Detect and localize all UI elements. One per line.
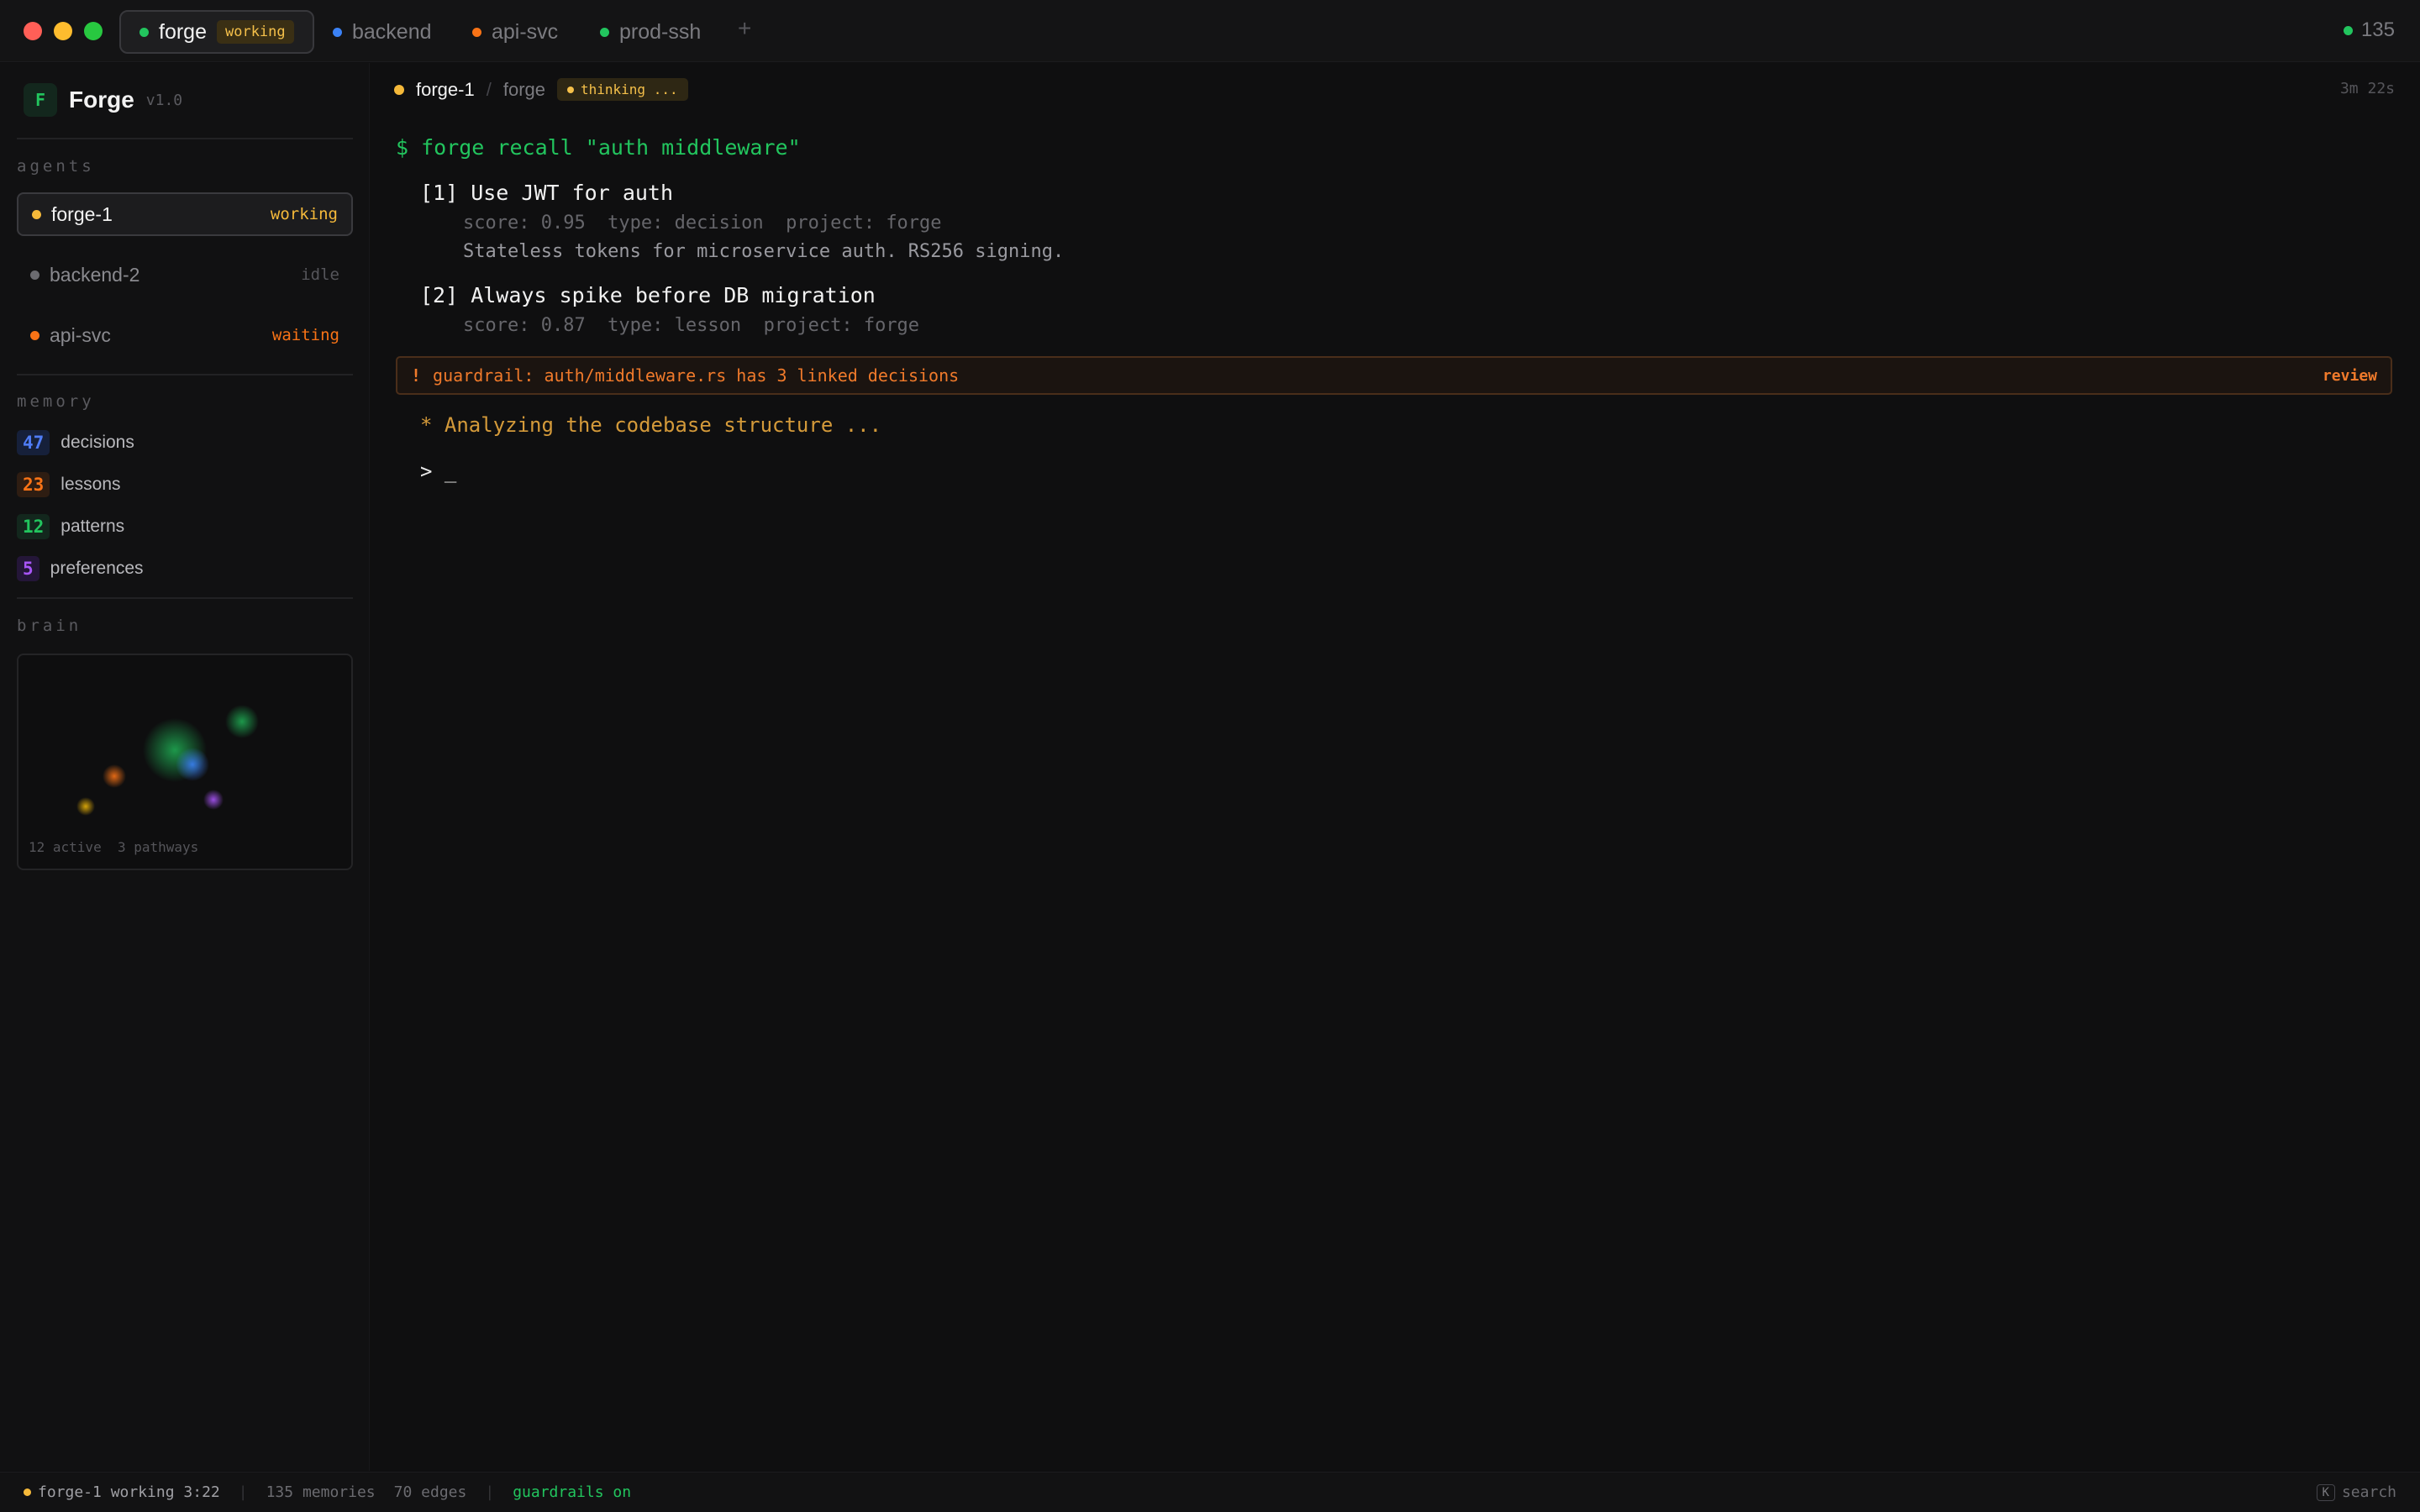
analyzing-status: * Analyzing the codebase structure ... <box>420 413 882 437</box>
result-title: [2] Always spike before DB migration <box>420 283 876 307</box>
agent-status-dot-icon <box>30 270 39 280</box>
agent-name: forge-1 <box>51 202 113 225</box>
brain-graph <box>76 705 259 816</box>
status-memories: 135 memories <box>266 1483 376 1501</box>
guardrail-alert: ! guardrail: auth/middleware.rs has 3 li… <box>396 356 2392 395</box>
tab-status-dot-icon <box>600 27 609 37</box>
terminal-pane[interactable]: forge-1 / forge thinking ... 3m 22s $ fo… <box>371 63 2420 1471</box>
tab-label: api-svc <box>492 19 559 44</box>
tab-forge[interactable]: forge working <box>119 10 314 54</box>
status-guardrails: guardrails on <box>513 1483 632 1501</box>
search-label: search <box>2341 1483 2396 1501</box>
divider <box>17 597 353 599</box>
tab-prod-ssh[interactable]: prod-ssh <box>600 10 701 54</box>
result-title: [1] Use JWT for auth <box>420 181 674 205</box>
input-prompt[interactable]: > _ <box>420 459 456 483</box>
memory-item-decisions[interactable]: 47 decisions <box>17 430 134 455</box>
memory-item-patterns[interactable]: 12 patterns <box>17 514 124 539</box>
status-edges: 70 edges <box>393 1483 467 1501</box>
agent-name: api-svc <box>50 323 111 346</box>
sidebar-agent-api-svc[interactable]: api-svc waiting <box>17 313 353 357</box>
memory-item-lessons[interactable]: 23 lessons <box>17 472 121 497</box>
status-agent: forge-1 working 3:22 <box>38 1483 220 1501</box>
minimize-window-button[interactable] <box>54 22 72 40</box>
warning-icon: ! <box>411 365 422 386</box>
tab-status-dot-icon <box>333 27 342 37</box>
thinking-label: thinking ... <box>581 81 678 97</box>
brand-version: v1.0 <box>145 91 183 109</box>
sidebar: F Forge v1.0 agents forge-1 working back… <box>0 63 370 1471</box>
memory-label: preferences <box>50 559 144 578</box>
thinking-dot-icon <box>567 86 574 93</box>
status-separator: | <box>238 1483 248 1501</box>
divider <box>17 374 353 375</box>
memory-section-label: memory <box>17 392 95 411</box>
result-meta: score: 0.95 type: decision project: forg… <box>463 213 942 234</box>
status-separator: | <box>485 1483 495 1501</box>
tab-status-dot-icon <box>472 27 481 37</box>
breadcrumb-separator: / <box>486 78 492 100</box>
agent-status: idle <box>301 265 339 284</box>
guardrail-message: guardrail: auth/middleware.rs has 3 link… <box>433 365 960 386</box>
status-bar: forge-1 working 3:22 | 135 memories 70 e… <box>0 1472 2420 1512</box>
brain-node <box>176 748 209 781</box>
tab-status-dot-icon <box>139 27 149 37</box>
brain-pathways-count: 3 pathways <box>117 839 199 855</box>
agent-name: backend-2 <box>50 263 140 286</box>
elapsed-time: 3m 22s <box>2339 80 2395 97</box>
agent-status-dot-icon <box>30 330 39 340</box>
agent-status-dot-icon <box>394 84 404 95</box>
agent-status: working <box>270 205 338 223</box>
tab-label: prod-ssh <box>619 19 702 44</box>
maximize-window-button[interactable] <box>84 22 103 40</box>
memory-label: lessons <box>60 475 121 494</box>
sidebar-agent-backend-2[interactable]: backend-2 idle <box>17 253 353 297</box>
thinking-badge: thinking ... <box>557 78 688 101</box>
divider <box>17 138 353 139</box>
brain-section-label: brain <box>17 617 82 635</box>
memory-count-badge: 23 <box>17 472 50 497</box>
brain-node <box>225 705 259 738</box>
keyboard-shortcut-icon: K <box>2316 1483 2335 1501</box>
command-line: $ forge recall "auth middleware" <box>396 135 801 160</box>
tab-backend[interactable]: backend <box>333 10 432 54</box>
title-bar: forge working backend api-svc prod-ssh +… <box>0 0 2420 62</box>
memory-label: decisions <box>60 433 134 452</box>
tab-status-badge: working <box>216 20 294 44</box>
brain-node <box>203 790 224 810</box>
memory-count-badge: 5 <box>17 556 39 581</box>
memory-count-badge: 47 <box>17 430 50 455</box>
memory-count-indicator: 135 <box>2343 18 2395 42</box>
brain-active-count: 12 active <box>29 839 102 855</box>
memory-label: patterns <box>60 517 125 536</box>
memory-count-badge: 12 <box>17 514 50 539</box>
search-shortcut[interactable]: K search <box>2316 1483 2396 1501</box>
tab-api-svc[interactable]: api-svc <box>472 10 558 54</box>
brain-node <box>103 764 126 788</box>
online-dot-icon <box>2343 25 2353 35</box>
agent-status-dot-icon <box>32 209 41 219</box>
result-meta: score: 0.87 type: lesson project: forge <box>463 315 920 336</box>
agents-section-label: agents <box>17 157 95 176</box>
result-description: Stateless tokens for microservice auth. … <box>463 241 1065 262</box>
add-tab-button[interactable]: + <box>738 15 751 42</box>
memory-item-preferences[interactable]: 5 preferences <box>17 556 144 581</box>
tab-label: backend <box>352 19 432 44</box>
sidebar-agent-forge-1[interactable]: forge-1 working <box>17 192 353 236</box>
breadcrumb-project[interactable]: forge <box>503 79 545 101</box>
brain-visualization[interactable]: 12 active 3 pathways <box>17 654 353 870</box>
tab-label: forge <box>159 19 207 44</box>
breadcrumb: forge-1 / forge thinking ... <box>394 78 688 101</box>
forge-logo-icon: F <box>24 83 57 117</box>
brain-stats: 12 active 3 pathways <box>29 839 198 855</box>
brand-name: Forge <box>69 87 134 113</box>
agent-status-dot-icon <box>24 1488 31 1496</box>
review-button[interactable]: review <box>2323 367 2377 385</box>
memory-count: 135 <box>2360 18 2395 41</box>
brain-node <box>76 797 95 816</box>
breadcrumb-agent[interactable]: forge-1 <box>416 79 475 101</box>
agent-status: waiting <box>271 326 339 344</box>
brand: F Forge v1.0 <box>24 83 182 117</box>
close-window-button[interactable] <box>24 22 42 40</box>
